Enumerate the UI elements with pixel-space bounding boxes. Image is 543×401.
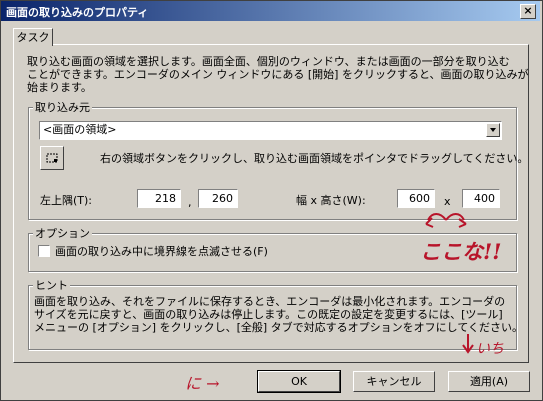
option-group-legend: オプション	[33, 227, 92, 240]
flash-border-checkbox[interactable]	[38, 245, 50, 257]
annotation-ni: に →	[185, 374, 220, 393]
capture-source-select[interactable]: <画面の領域>	[39, 121, 502, 140]
hint-line-2: サイズを元に戻すと、画面の取り込みは停止します。この既定の設定を変更するには、[…	[34, 308, 503, 321]
region-select-icon	[46, 153, 58, 163]
area-instruction: 右の領域ボタンをクリックし、取り込む画面領域をポインタでドラッグしてください。	[100, 152, 529, 165]
annotation-koko: ここな!!	[420, 239, 502, 264]
width-field[interactable]: 600	[397, 189, 435, 208]
hint-group-legend: ヒント	[33, 279, 70, 292]
close-button[interactable]: ×	[520, 4, 536, 19]
description-line-2: ことができます。エンコーダのメイン ウィンドウにある [開始] をクリックすると…	[27, 68, 529, 81]
tab-task[interactable]: タスク	[13, 28, 53, 46]
height-field[interactable]: 400	[462, 189, 500, 208]
flash-border-label[interactable]: 画面の取り込み中に境界線を点滅させる(F)	[55, 245, 268, 258]
x-position-field[interactable]: 218	[137, 189, 181, 208]
description-line-3: 始まります。	[27, 81, 92, 94]
times-separator: x	[444, 195, 451, 208]
title-bar[interactable]: 画面の取り込みのプロパティ ×	[1, 1, 540, 21]
ok-button[interactable]: OK	[257, 370, 341, 393]
size-label: 幅 x 高さ(W):	[296, 194, 366, 207]
annotation-ichi: いち	[476, 341, 504, 357]
apply-button[interactable]: 適用(A)	[448, 371, 530, 392]
hint-line-3: メニューの [オプション] をクリックし、[全般] タブで対応するオプションをオ…	[34, 321, 523, 334]
hint-line-1: 画面を取り込み、それをファイルに保存するとき、エンコーダは最小化されます。エンコ…	[34, 295, 506, 308]
y-position-field[interactable]: 260	[198, 189, 238, 208]
chevron-down-icon[interactable]	[486, 123, 500, 137]
description-line-1: 取り込む画面の領域を選択します。画面全面、個別のウィンドウ、または画面の一部分を…	[27, 55, 510, 68]
window-title: 画面の取り込みのプロパティ	[6, 6, 149, 19]
capture-source-value: <画面の領域>	[43, 123, 117, 136]
comma-separator: ,	[188, 196, 192, 209]
select-area-button[interactable]	[40, 146, 64, 170]
cancel-button[interactable]: キャンセル	[353, 371, 435, 392]
topleft-label: 左上隅(T):	[40, 194, 93, 207]
source-group-legend: 取り込み元	[33, 101, 92, 114]
